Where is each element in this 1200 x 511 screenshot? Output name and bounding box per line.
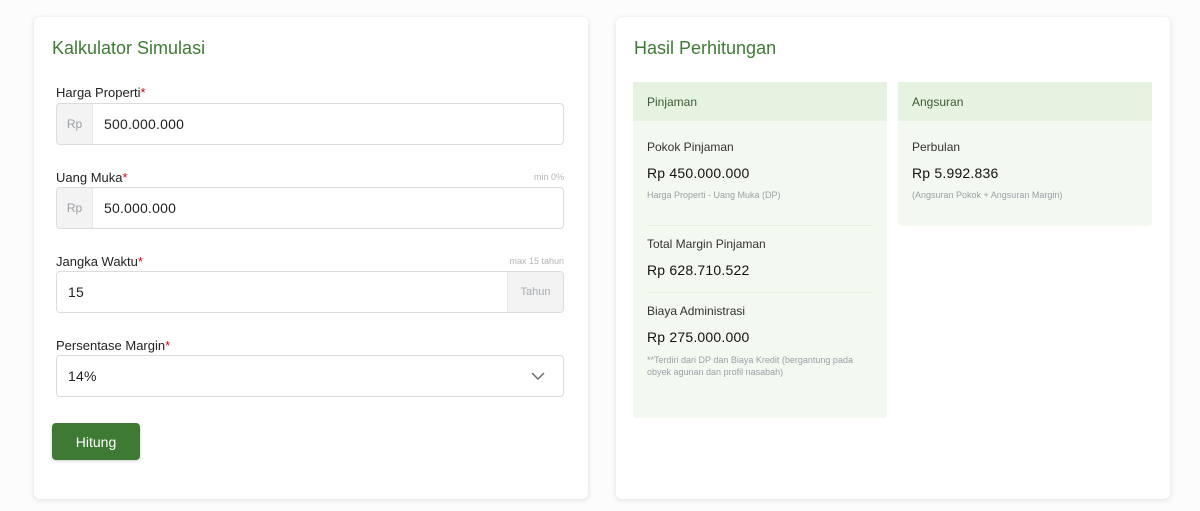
uang-muka-label-text: Uang Muka — [56, 170, 123, 185]
required-mark: * — [140, 85, 146, 100]
jangka-waktu-value[interactable]: 15 — [57, 272, 507, 312]
angsuran-header: Angsuran — [898, 82, 1152, 121]
pokok-pinjaman-value: Rp 450.000.000 — [647, 165, 750, 181]
currency-prefix: Rp — [57, 104, 93, 144]
pokok-pinjaman-note: Harga Properti - Uang Muka (DP) — [647, 190, 781, 200]
uang-muka-hint: min 0% — [533, 172, 564, 182]
currency-prefix: Rp — [57, 188, 93, 228]
perbulan-value: Rp 5.992.836 — [912, 165, 999, 181]
persentase-margin-value[interactable]: 14% — [57, 356, 513, 396]
required-mark: * — [122, 170, 128, 185]
persentase-margin-label-text: Persentase Margin — [56, 338, 166, 353]
total-margin-label: Total Margin Pinjaman — [647, 237, 766, 251]
jangka-waktu-input[interactable]: 15 Tahun — [56, 271, 564, 313]
divider — [647, 292, 873, 293]
required-mark: * — [137, 254, 143, 269]
biaya-administrasi-label: Biaya Administrasi — [647, 304, 746, 318]
pinjaman-header: Pinjaman — [633, 82, 887, 121]
hitung-button[interactable]: Hitung — [52, 423, 140, 460]
jangka-waktu-hint: max 15 tahun — [509, 256, 564, 266]
angsuran-panel: Angsuran Perbulan Rp 5.992.836 (Angsuran… — [898, 82, 1152, 226]
uang-muka-value[interactable]: 50.000.000 — [93, 188, 563, 228]
jangka-waktu-label: Jangka Waktu* — [56, 254, 143, 269]
harga-properti-input[interactable]: Rp 500.000.000 — [56, 103, 564, 145]
perbulan-label: Perbulan — [912, 140, 961, 154]
calculator-title: Kalkulator Simulasi — [52, 38, 206, 58]
pokok-pinjaman-label: Pokok Pinjaman — [647, 140, 734, 154]
uang-muka-input[interactable]: Rp 50.000.000 — [56, 187, 564, 229]
persentase-margin-label: Persentase Margin* — [56, 338, 170, 353]
chevron-down-icon[interactable] — [513, 356, 563, 396]
pinjaman-panel: Pinjaman Pokok Pinjaman Rp 450.000.000 H… — [633, 82, 887, 418]
divider — [647, 225, 873, 226]
result-title: Hasil Perhitungan — [634, 38, 777, 58]
result-card: Hasil Perhitungan Pinjaman Pokok Pinjama… — [616, 17, 1170, 499]
tahun-suffix: Tahun — [507, 272, 563, 312]
jangka-waktu-label-text: Jangka Waktu — [56, 254, 138, 269]
harga-properti-label: Harga Properti* — [56, 85, 146, 100]
required-mark: * — [165, 338, 171, 353]
perbulan-note: (Angsuran Pokok + Angsuran Margin) — [912, 190, 1063, 200]
calculator-card: Kalkulator Simulasi Harga Properti* Rp 5… — [34, 17, 588, 499]
total-margin-value: Rp 628.710.522 — [647, 262, 750, 278]
uang-muka-label: Uang Muka* — [56, 170, 128, 185]
harga-properti-label-text: Harga Properti — [56, 85, 141, 100]
persentase-margin-select[interactable]: 14% — [56, 355, 564, 397]
biaya-administrasi-value: Rp 275.000.000 — [647, 329, 750, 345]
harga-properti-value[interactable]: 500.000.000 — [93, 104, 563, 144]
biaya-administrasi-note: **Terdiri dari DP dan Biaya Kredit (berg… — [647, 355, 853, 377]
